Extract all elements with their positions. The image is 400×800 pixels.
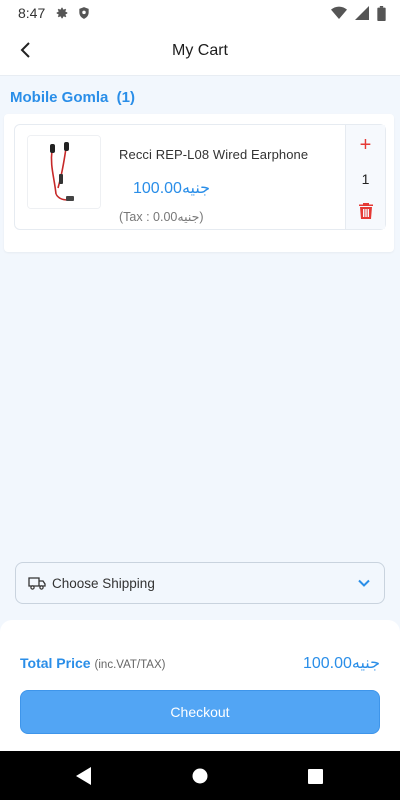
shipping-dropdown[interactable]: Choose Shipping [15, 562, 385, 604]
nav-home-icon[interactable] [191, 767, 209, 785]
back-arrow-icon[interactable] [14, 38, 38, 62]
item-quantity: 1 [361, 171, 370, 187]
status-time: 8:47 [18, 5, 46, 21]
shield-icon [77, 6, 91, 20]
cart-item[interactable]: Recci REP-L08 Wired Earphone 100.00جنيه … [14, 124, 386, 230]
earphone-product-image [27, 135, 101, 209]
battery-icon [377, 5, 386, 21]
chevron-down-icon [356, 575, 372, 591]
truck-icon [28, 576, 46, 590]
trash-icon[interactable] [358, 203, 373, 219]
plus-icon[interactable]: + [360, 135, 372, 155]
checkout-panel: Total Price (inc.VAT/TAX) 100.00جنيه Chec… [0, 620, 400, 751]
total-label-sub: (inc.VAT/TAX) [94, 659, 166, 671]
item-price: 100.00جنيه [133, 180, 211, 197]
item-tax: (Tax : 0.00جنيه) [119, 210, 204, 224]
item-name: Recci REP-L08 Wired Earphone [119, 147, 309, 162]
total-price-label: Total Price (inc.VAT/TAX) [20, 655, 165, 671]
cart-store-card: Recci REP-L08 Wired Earphone 100.00جنيه … [4, 114, 394, 252]
app-bar: My Cart [0, 26, 400, 76]
status-bar: 8:47 [0, 0, 400, 26]
signal-icon [355, 6, 369, 20]
checkout-button[interactable]: Checkout [20, 690, 380, 734]
settings-gear-icon [55, 6, 69, 20]
system-nav-bar [0, 751, 400, 800]
wifi-icon [331, 6, 347, 20]
shipping-label: Choose Shipping [52, 575, 155, 591]
nav-recents-icon[interactable] [306, 767, 324, 785]
store-name: Mobile Gomla (1) [10, 89, 136, 106]
total-label-text: Total Price [20, 655, 91, 671]
nav-back-icon[interactable] [75, 767, 93, 785]
quantity-control: + 1 [345, 125, 385, 229]
page-title: My Cart [172, 41, 228, 59]
total-price-value: 100.00جنيه [302, 655, 380, 672]
